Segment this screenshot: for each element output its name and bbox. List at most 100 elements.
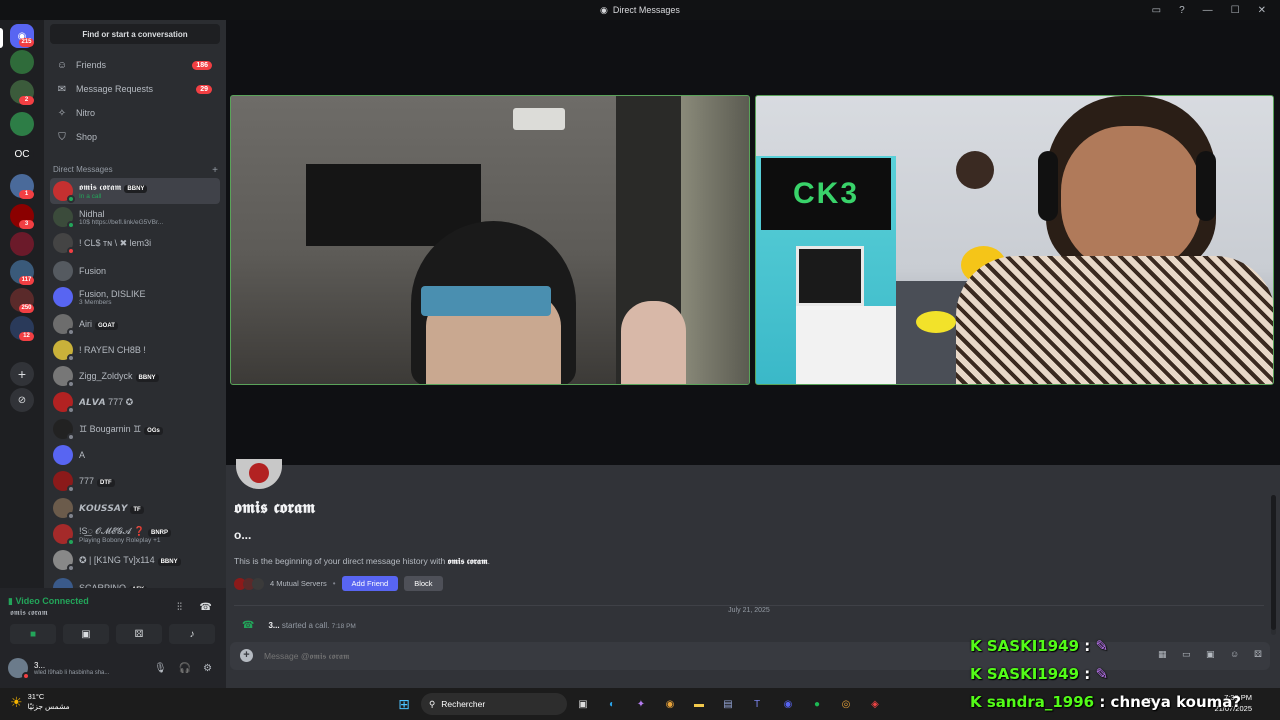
nav-nitro[interactable]: ✧ Nitro [50,102,220,124]
disconnect-icon[interactable]: ☎ [200,602,212,613]
noise-suppression-icon[interactable]: ⫶⫶ [177,602,182,613]
weather-widget[interactable]: ☀ 31°C مشمس جزئيًا [10,692,70,712]
voice-channel-name: 𝖔𝖒𝖎𝖘 𝖈𝖔𝖗𝖆𝖒 [10,608,48,617]
copilot-icon[interactable]: ✦ [631,694,651,714]
gift-icon[interactable]: ▦ [1158,649,1167,660]
current-user[interactable]: 3... wled l9hab li hasbinha sha... 🎙 🎧 ⚙ [8,652,218,684]
avatar [53,471,75,493]
dm-item[interactable]: ✪ | [K1NG Tv]x114 BBNY [50,547,220,573]
dm-item[interactable]: 𝙆𝙊𝙐𝙎𝙎𝘼𝙔 TF [50,495,220,521]
server-icon[interactable] [10,50,34,74]
server-badge: 1 [19,190,34,199]
block-button[interactable]: Block [404,576,443,591]
dm-name: ✪ | [K1NG Tv]x114 BBNY [79,555,181,566]
avatar [53,445,73,465]
overlay-message: : chneya kouma? [1099,693,1242,711]
dm-item[interactable]: ! RAYEN CH8B ! [50,337,220,363]
guild-tag: OGs [144,426,163,435]
task-view-icon[interactable]: ▣ [573,694,593,714]
app-icon[interactable]: ◈ [865,694,885,714]
intro-text: This is the beginning of your direct mes… [234,556,490,567]
overlay-username: SASKI1949 [986,665,1080,683]
screenshare-button[interactable]: ▣ [63,624,109,644]
dm-item[interactable]: Zigg_Zoldyck BBNY [50,363,220,389]
add-server-button[interactable]: + [10,362,34,386]
create-dm-icon[interactable]: + [212,165,218,176]
emoji-icon[interactable]: ☺ [1230,649,1239,659]
chrome-alt-icon[interactable]: ◎ [836,694,856,714]
camera-button[interactable]: ■ [10,624,56,644]
video-tile-left[interactable] [230,95,750,385]
server-icon[interactable] [10,232,34,256]
kick-icon: K [970,637,982,655]
add-friend-button[interactable]: Add Friend [341,576,399,591]
nav-message-requests[interactable]: ✉ Message Requests 29 [50,78,220,100]
dm-item[interactable]: Airi GOAT [50,311,220,337]
edge-icon[interactable]: ◐ [602,694,622,714]
mutual-servers-link[interactable]: 4 Mutual Servers [270,579,327,588]
avatar [53,524,75,546]
explore-icon[interactable]: ⊘ [10,388,34,412]
video-tile-right[interactable]: CK3 [755,95,1274,385]
dm-item[interactable]: 777 DTF [50,468,220,494]
home-indicator [0,28,3,48]
windows-start-icon[interactable]: ⊞ [394,694,414,714]
avatar [53,261,73,281]
message-input[interactable] [264,648,904,664]
wall-decor [956,151,994,189]
dm-item[interactable]: Nidhal 10$ https://befl.link/eG5VBr... [50,204,220,230]
dm-subtext: Playing Bobony Roleplay +1 [79,537,161,544]
call-user[interactable]: 3... [268,621,279,630]
settings-icon[interactable]: ⚙ [203,663,212,674]
mic-icon[interactable]: 🎙 [154,663,167,674]
taskbar-search[interactable]: ⚲ Rechercher [421,693,567,715]
guild-tag: BBNY [124,185,148,193]
gif-icon[interactable]: ▭ [1182,649,1191,660]
discord-taskbar-icon[interactable]: ◉ [778,694,798,714]
dm-item[interactable]: A [50,442,220,468]
server-icon[interactable] [10,112,34,136]
dm-item[interactable]: 𝖔𝖒𝖎𝖘 𝖈𝖔𝖗𝖆𝖒 BBNY In a call [50,178,220,204]
overlay-chat-line: K SASKI1949 : ✎ [970,637,1108,655]
dm-item[interactable]: ! CL$ ᴛɴ \ ✖ lem3i [50,230,220,256]
apps-icon[interactable]: ⚄ [1254,649,1262,660]
chrome-icon[interactable]: ◉ [660,694,680,714]
dm-item[interactable]: !S꯭ 𝓞𝓜𝓔𝓖𝓐 ❓ BNRP Playing Bobony Roleplay +… [50,521,220,547]
minimize-button[interactable]: — [1203,5,1213,16]
scrollbar[interactable] [1271,495,1276,635]
dm-item[interactable]: Fusion, DISLIKE 3 Members [50,284,220,310]
avatar [8,658,30,680]
call-message: ☎ 3... started a call. 7:18 PM [242,620,356,631]
soundboard-button[interactable]: ♪ [169,624,215,644]
find-conversation-button[interactable]: Find or start a conversation [50,24,220,44]
teams-icon[interactable]: T [747,694,767,714]
spotify-icon[interactable]: ● [807,694,827,714]
patterned-shirt [956,256,1273,384]
dm-name: !S꯭ 𝓞𝓜𝓔𝓖𝓐 ❓ BNRP [79,524,171,537]
guild-tag: GOAT [95,321,118,330]
attach-plus-icon[interactable]: + [240,649,253,662]
sticker-icon[interactable]: ▣ [1206,649,1215,660]
nav-shop[interactable]: ⛉ Shop [50,126,220,148]
server-badge: 117 [19,276,34,285]
server-icon[interactable]: OC [10,142,34,166]
dm-name: Fusion, DISLIKE [79,288,146,299]
store-icon[interactable]: ▤ [718,694,738,714]
help-icon[interactable]: ? [1179,5,1185,16]
activity-button[interactable]: ⚄ [116,624,162,644]
dm-name: 𝖔𝖒𝖎𝖘 𝖈𝖔𝖗𝖆𝖒 BBNY [79,182,148,193]
dm-item[interactable]: Fusion [50,258,220,284]
inbox-icon[interactable]: ▭ [1152,5,1161,16]
maximize-button[interactable]: ☐ [1231,5,1240,16]
nav-badge: 186 [192,60,212,70]
voice-status-label: Video Connected [15,596,89,606]
dm-item[interactable]: 𝘼𝙇𝙑𝘼 777 ✪ [50,389,220,415]
headphones-icon[interactable]: 🎧 [179,663,191,674]
nav-friends[interactable]: ☺ Friends 186 [50,54,220,76]
close-button[interactable]: ✕ [1258,5,1266,16]
file-explorer-icon[interactable]: ▬ [689,694,709,714]
kick-icon: K [970,665,982,683]
dm-item[interactable]: ♊ Bougarnin ♊ OGs [50,416,220,442]
phone-icon: ☎ [242,620,255,631]
nav-label: Shop [76,132,98,142]
